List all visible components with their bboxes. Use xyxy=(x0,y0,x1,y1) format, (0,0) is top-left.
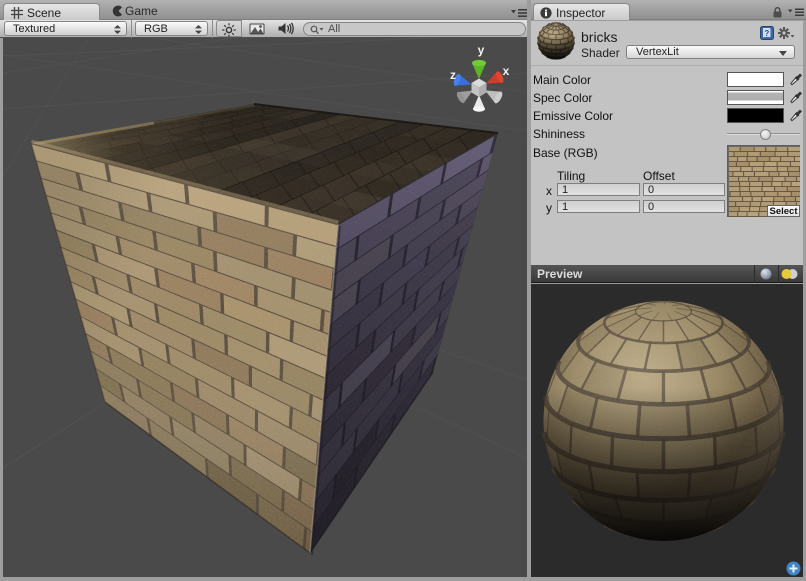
svg-text:x: x xyxy=(503,64,510,78)
svg-text:?: ? xyxy=(764,29,769,38)
svg-text:z: z xyxy=(450,68,456,82)
svg-text:y: y xyxy=(478,43,485,57)
